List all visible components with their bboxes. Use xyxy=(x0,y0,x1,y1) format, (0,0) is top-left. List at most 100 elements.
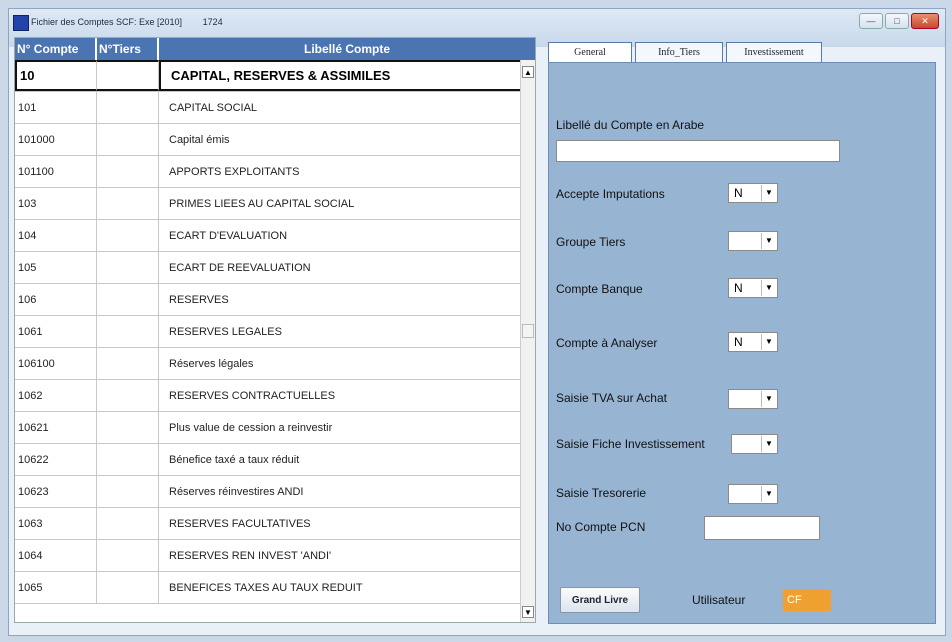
chevron-down-icon[interactable]: ▼ xyxy=(761,436,776,452)
tab-general[interactable]: General xyxy=(548,42,632,62)
groupe-tiers-label: Groupe Tiers xyxy=(556,235,626,249)
cell-libelle[interactable]: RESERVES FACULTATIVES xyxy=(159,508,535,539)
scroll-up-icon[interactable]: ▲ xyxy=(522,66,534,78)
cell-tiers[interactable] xyxy=(97,348,159,379)
cell-compte[interactable]: 10623 xyxy=(15,476,97,507)
cell-libelle[interactable]: ECART D'EVALUATION xyxy=(159,220,535,251)
cell-libelle[interactable]: Bénefice taxé a taux réduit xyxy=(159,444,535,475)
grand-livre-button[interactable]: Grand Livre xyxy=(560,587,640,613)
cell-tiers[interactable] xyxy=(97,444,159,475)
table-row[interactable]: 106 RESERVES xyxy=(15,284,535,316)
chevron-down-icon[interactable]: ▼ xyxy=(761,185,776,201)
cell-libelle[interactable]: CAPITAL SOCIAL xyxy=(159,92,535,123)
cell-libelle[interactable]: RESERVES REN INVEST 'ANDI' xyxy=(159,540,535,571)
cell-libelle[interactable]: ECART DE REEVALUATION xyxy=(159,252,535,283)
saisie-tva-select[interactable]: ▼ xyxy=(728,389,778,409)
table-row[interactable]: 10622 Bénefice taxé a taux réduit xyxy=(15,444,535,476)
compte-analyser-select[interactable]: N ▼ xyxy=(728,332,778,352)
column-header-tiers[interactable]: N°Tiers xyxy=(97,38,159,60)
cell-compte[interactable]: 10 xyxy=(15,60,97,91)
cell-tiers[interactable] xyxy=(97,508,159,539)
accepte-imputations-select[interactable]: N ▼ xyxy=(728,183,778,203)
cell-compte[interactable]: 1064 xyxy=(15,540,97,571)
cell-tiers[interactable] xyxy=(97,220,159,251)
cell-tiers[interactable] xyxy=(97,476,159,507)
grid-scrollbar[interactable]: ▲ ▼ xyxy=(520,60,535,622)
cell-tiers[interactable] xyxy=(97,156,159,187)
scroll-down-icon[interactable]: ▼ xyxy=(522,606,534,618)
cell-tiers[interactable] xyxy=(97,572,159,603)
cell-compte[interactable]: 106100 xyxy=(15,348,97,379)
chevron-down-icon[interactable]: ▼ xyxy=(761,486,776,502)
column-header-libelle[interactable]: Libellé Compte xyxy=(159,38,535,60)
table-row[interactable]: 1064 RESERVES REN INVEST 'ANDI' xyxy=(15,540,535,572)
maximize-icon[interactable]: □ xyxy=(885,13,909,29)
compte-banque-select[interactable]: N ▼ xyxy=(728,278,778,298)
cell-compte[interactable]: 101000 xyxy=(15,124,97,155)
table-row[interactable]: 101 CAPITAL SOCIAL xyxy=(15,92,535,124)
table-row[interactable]: 10 CAPITAL, RESERVES & ASSIMILES xyxy=(15,60,535,92)
saisie-fiche-select[interactable]: ▼ xyxy=(731,434,778,454)
table-row[interactable]: 104 ECART D'EVALUATION xyxy=(15,220,535,252)
cell-tiers[interactable] xyxy=(97,380,159,411)
table-row[interactable]: 106100 Réserves légales xyxy=(15,348,535,380)
table-row[interactable]: 1061 RESERVES LEGALES xyxy=(15,316,535,348)
table-row[interactable]: 105 ECART DE REEVALUATION xyxy=(15,252,535,284)
table-row[interactable]: 101000 Capital émis xyxy=(15,124,535,156)
cell-tiers[interactable] xyxy=(97,60,159,91)
tab-investissement[interactable]: Investissement xyxy=(726,42,822,62)
cell-compte[interactable]: 101100 xyxy=(15,156,97,187)
cell-libelle[interactable]: Plus value de cession a reinvestir xyxy=(159,412,535,443)
libelle-arabe-input[interactable] xyxy=(556,140,840,162)
cell-compte[interactable]: 1063 xyxy=(15,508,97,539)
groupe-tiers-select[interactable]: ▼ xyxy=(728,231,778,251)
saisie-tresorerie-select[interactable]: ▼ xyxy=(728,484,778,504)
cell-libelle[interactable]: RESERVES CONTRACTUELLES xyxy=(159,380,535,411)
cell-tiers[interactable] xyxy=(97,124,159,155)
table-row[interactable]: 1063 RESERVES FACULTATIVES xyxy=(15,508,535,540)
cell-tiers[interactable] xyxy=(97,252,159,283)
cell-libelle[interactable]: Capital émis xyxy=(159,124,535,155)
cell-compte[interactable]: 103 xyxy=(15,188,97,219)
cell-compte[interactable]: 1061 xyxy=(15,316,97,347)
table-row[interactable]: 1065 BENEFICES TAXES AU TAUX REDUIT xyxy=(15,572,535,604)
minimize-icon[interactable]: — xyxy=(859,13,883,29)
cell-tiers[interactable] xyxy=(97,412,159,443)
table-row[interactable]: 10621 Plus value de cession a reinvestir xyxy=(15,412,535,444)
cell-compte[interactable]: 104 xyxy=(15,220,97,251)
cell-libelle[interactable]: Réserves réinvestires ANDI xyxy=(159,476,535,507)
cell-libelle[interactable]: APPORTS EXPLOITANTS xyxy=(159,156,535,187)
cell-libelle[interactable]: PRIMES LIEES AU CAPITAL SOCIAL xyxy=(159,188,535,219)
cell-tiers[interactable] xyxy=(97,92,159,123)
table-row[interactable]: 103 PRIMES LIEES AU CAPITAL SOCIAL xyxy=(15,188,535,220)
table-row[interactable]: 1062 RESERVES CONTRACTUELLES xyxy=(15,380,535,412)
cell-compte[interactable]: 10621 xyxy=(15,412,97,443)
cell-libelle[interactable]: BENEFICES TAXES AU TAUX REDUIT xyxy=(159,572,535,603)
cell-libelle[interactable]: RESERVES xyxy=(159,284,535,315)
table-row[interactable]: 101100 APPORTS EXPLOITANTS xyxy=(15,156,535,188)
cell-tiers[interactable] xyxy=(97,284,159,315)
scroll-thumb[interactable] xyxy=(522,324,534,338)
cell-compte[interactable]: 101 xyxy=(15,92,97,123)
cell-libelle[interactable]: CAPITAL, RESERVES & ASSIMILES xyxy=(159,60,535,91)
cell-compte[interactable]: 1065 xyxy=(15,572,97,603)
window-title: Fichier des Comptes SCF: Exe [2010] 1724 xyxy=(31,17,241,27)
cell-libelle[interactable]: RESERVES LEGALES xyxy=(159,316,535,347)
chevron-down-icon[interactable]: ▼ xyxy=(761,233,776,249)
cell-compte[interactable]: 10622 xyxy=(15,444,97,475)
cell-compte[interactable]: 105 xyxy=(15,252,97,283)
cell-tiers[interactable] xyxy=(97,188,159,219)
chevron-down-icon[interactable]: ▼ xyxy=(761,391,776,407)
cell-tiers[interactable] xyxy=(97,316,159,347)
cell-libelle[interactable]: Réserves légales xyxy=(159,348,535,379)
cell-compte[interactable]: 106 xyxy=(15,284,97,315)
chevron-down-icon[interactable]: ▼ xyxy=(761,334,776,350)
cell-tiers[interactable] xyxy=(97,540,159,571)
no-compte-pcn-input[interactable] xyxy=(704,516,820,540)
chevron-down-icon[interactable]: ▼ xyxy=(761,280,776,296)
cell-compte[interactable]: 1062 xyxy=(15,380,97,411)
tab-info-tiers[interactable]: Info_Tiers xyxy=(635,42,723,62)
column-header-compte[interactable]: N° Compte xyxy=(15,38,97,60)
close-icon[interactable]: ✕ xyxy=(911,13,939,29)
table-row[interactable]: 10623 Réserves réinvestires ANDI xyxy=(15,476,535,508)
